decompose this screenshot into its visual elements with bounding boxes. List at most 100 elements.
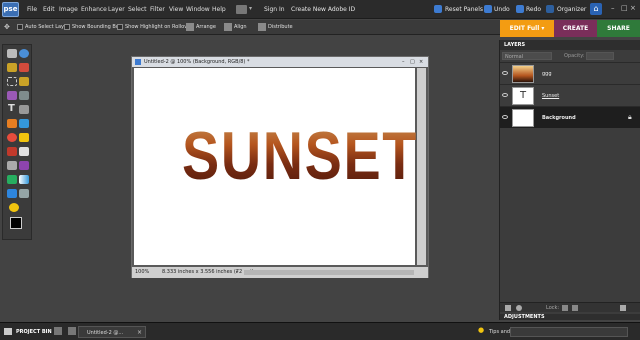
trash-icon[interactable] <box>620 305 626 311</box>
layer-row-selected[interactable]: Background 🔒︎ <box>500 106 640 128</box>
align-icon[interactable] <box>224 23 232 31</box>
blur-tool-icon[interactable] <box>19 189 29 198</box>
undo-icon[interactable] <box>484 5 492 13</box>
eye-icon[interactable] <box>502 115 508 119</box>
layer-thumbnail <box>512 65 534 83</box>
move-tool-icon[interactable] <box>7 49 17 58</box>
magic-wand-icon[interactable] <box>7 91 17 100</box>
doc-maximize-icon[interactable]: □ <box>410 57 415 67</box>
organizer-icon[interactable] <box>546 5 554 13</box>
horizontal-scrollbar[interactable] <box>244 270 414 275</box>
tab-edit-full[interactable]: EDIT Full ▾ <box>500 20 554 37</box>
doc-close-icon[interactable]: × <box>419 57 423 67</box>
lock-label: Lock: <box>546 305 560 311</box>
red-eye-tool-icon[interactable] <box>7 133 17 142</box>
shape-tool-icon[interactable] <box>7 189 17 198</box>
clone-stamp-icon[interactable] <box>7 147 17 156</box>
menu-view[interactable]: View <box>169 6 183 13</box>
tips-panel[interactable] <box>510 327 628 337</box>
close-tab-icon[interactable]: × <box>137 329 142 336</box>
lasso-tool-icon[interactable] <box>19 77 29 86</box>
sign-in-link[interactable]: Sign In <box>264 6 285 13</box>
opacity-field[interactable] <box>586 52 614 60</box>
smart-brush-icon[interactable] <box>19 161 29 170</box>
reset-panels-button[interactable]: Reset Panels <box>445 6 483 13</box>
menu-filter[interactable]: Filter <box>150 6 165 13</box>
menu-select[interactable]: Select <box>128 6 147 13</box>
eraser-tool-icon[interactable] <box>19 147 29 156</box>
reset-panels-icon[interactable] <box>434 5 442 13</box>
lock-transparency-icon[interactable] <box>562 305 568 311</box>
zoom-level[interactable]: 100% <box>135 267 149 278</box>
auto-select-checkbox[interactable] <box>17 24 23 30</box>
eye-icon[interactable] <box>502 93 508 97</box>
home-icon[interactable]: ⌂ <box>590 3 602 15</box>
arrange-icon[interactable] <box>186 23 194 31</box>
blend-mode-select[interactable]: Normal <box>502 52 552 60</box>
highlight-checkbox[interactable] <box>117 24 123 30</box>
layer-row[interactable]: ggg <box>500 62 640 84</box>
tab-create[interactable]: CREATE <box>554 20 597 37</box>
adjustment-layer-icon[interactable] <box>516 305 522 311</box>
lock-all-icon[interactable] <box>572 305 578 311</box>
organizer-button[interactable]: Organizer <box>557 6 586 13</box>
toolbox: T <box>2 44 32 240</box>
menu-layer[interactable]: Layer <box>108 6 125 13</box>
distribute-icon[interactable] <box>258 23 266 31</box>
doc-minimize-icon[interactable]: – <box>402 57 405 67</box>
crop-tool-icon[interactable] <box>19 105 29 114</box>
status-menu-icon[interactable]: ▸ <box>236 267 239 278</box>
project-bin-label[interactable]: PROJECT BIN <box>16 329 52 335</box>
distribute-button[interactable]: Distribute <box>268 24 293 30</box>
redo-icon[interactable] <box>516 5 524 13</box>
open-document-tab[interactable]: Untitled-2 @... × <box>78 326 146 338</box>
layer-row[interactable]: T Sunset <box>500 84 640 106</box>
bounding-box-checkbox[interactable] <box>64 24 70 30</box>
image-canvas[interactable]: SUNSET <box>134 68 416 265</box>
gradient-tool-icon[interactable] <box>19 175 29 184</box>
menu-enhance[interactable]: Enhance <box>81 6 107 13</box>
document-title-bar[interactable]: Untitled-2 @ 100% (Background, RGB/8) * … <box>132 57 428 67</box>
straighten-tool-icon[interactable] <box>19 119 29 128</box>
create-adobe-id-link[interactable]: Create New Adobe ID <box>291 6 355 13</box>
menu-file[interactable]: File <box>27 6 37 13</box>
new-layer-icon[interactable] <box>505 305 511 311</box>
bin-item-icon[interactable] <box>54 327 62 335</box>
arrange-button[interactable]: Arrange <box>196 24 216 30</box>
tips-label[interactable]: Tips and <box>489 329 510 335</box>
hand-tool-icon[interactable] <box>7 63 17 72</box>
minimize-icon[interactable]: – <box>611 4 615 12</box>
adjustments-panel-header[interactable]: ADJUSTMENTS <box>500 314 640 320</box>
bin-item-icon[interactable] <box>68 327 76 335</box>
marquee-tool-icon[interactable] <box>7 77 17 86</box>
tab-share[interactable]: SHARE <box>597 20 640 37</box>
menu-window[interactable]: Window <box>186 6 210 13</box>
align-button[interactable]: Align <box>234 24 247 30</box>
view-mode-icon[interactable] <box>236 5 247 14</box>
menu-edit[interactable]: Edit <box>43 6 55 13</box>
menu-help[interactable]: Help <box>212 6 226 13</box>
restore-icon[interactable]: □ <box>621 4 628 12</box>
chevron-down-icon[interactable]: ▾ <box>249 5 252 12</box>
project-bin-bar: PROJECT BIN Untitled-2 @... × ● Tips and <box>0 322 640 340</box>
vertical-scrollbar[interactable] <box>417 68 426 265</box>
healing-brush-icon[interactable] <box>19 133 29 142</box>
blend-mode-value: Normal <box>505 54 524 60</box>
sponge-tool-icon[interactable] <box>9 203 19 212</box>
undo-button[interactable]: Undo <box>494 6 510 13</box>
brush-tool-icon[interactable] <box>7 161 17 170</box>
document-status-bar: 100% 8.333 inches x 3.556 inches (72 ppi… <box>132 267 428 278</box>
project-bin-icon[interactable] <box>4 328 12 335</box>
close-icon[interactable]: × <box>630 4 636 12</box>
zoom-tool-icon[interactable] <box>19 49 29 58</box>
quick-selection-icon[interactable] <box>19 91 29 100</box>
menu-image[interactable]: Image <box>59 6 78 13</box>
foreground-color-swatch[interactable] <box>10 217 22 229</box>
cookie-cutter-icon[interactable] <box>7 119 17 128</box>
type-tool-icon[interactable]: T <box>8 103 15 114</box>
redo-button[interactable]: Redo <box>526 6 541 13</box>
paint-bucket-icon[interactable] <box>7 175 17 184</box>
eye-icon[interactable] <box>502 71 508 75</box>
tab-edit-label: EDIT Full <box>509 25 540 32</box>
eyedropper-tool-icon[interactable] <box>19 63 29 72</box>
